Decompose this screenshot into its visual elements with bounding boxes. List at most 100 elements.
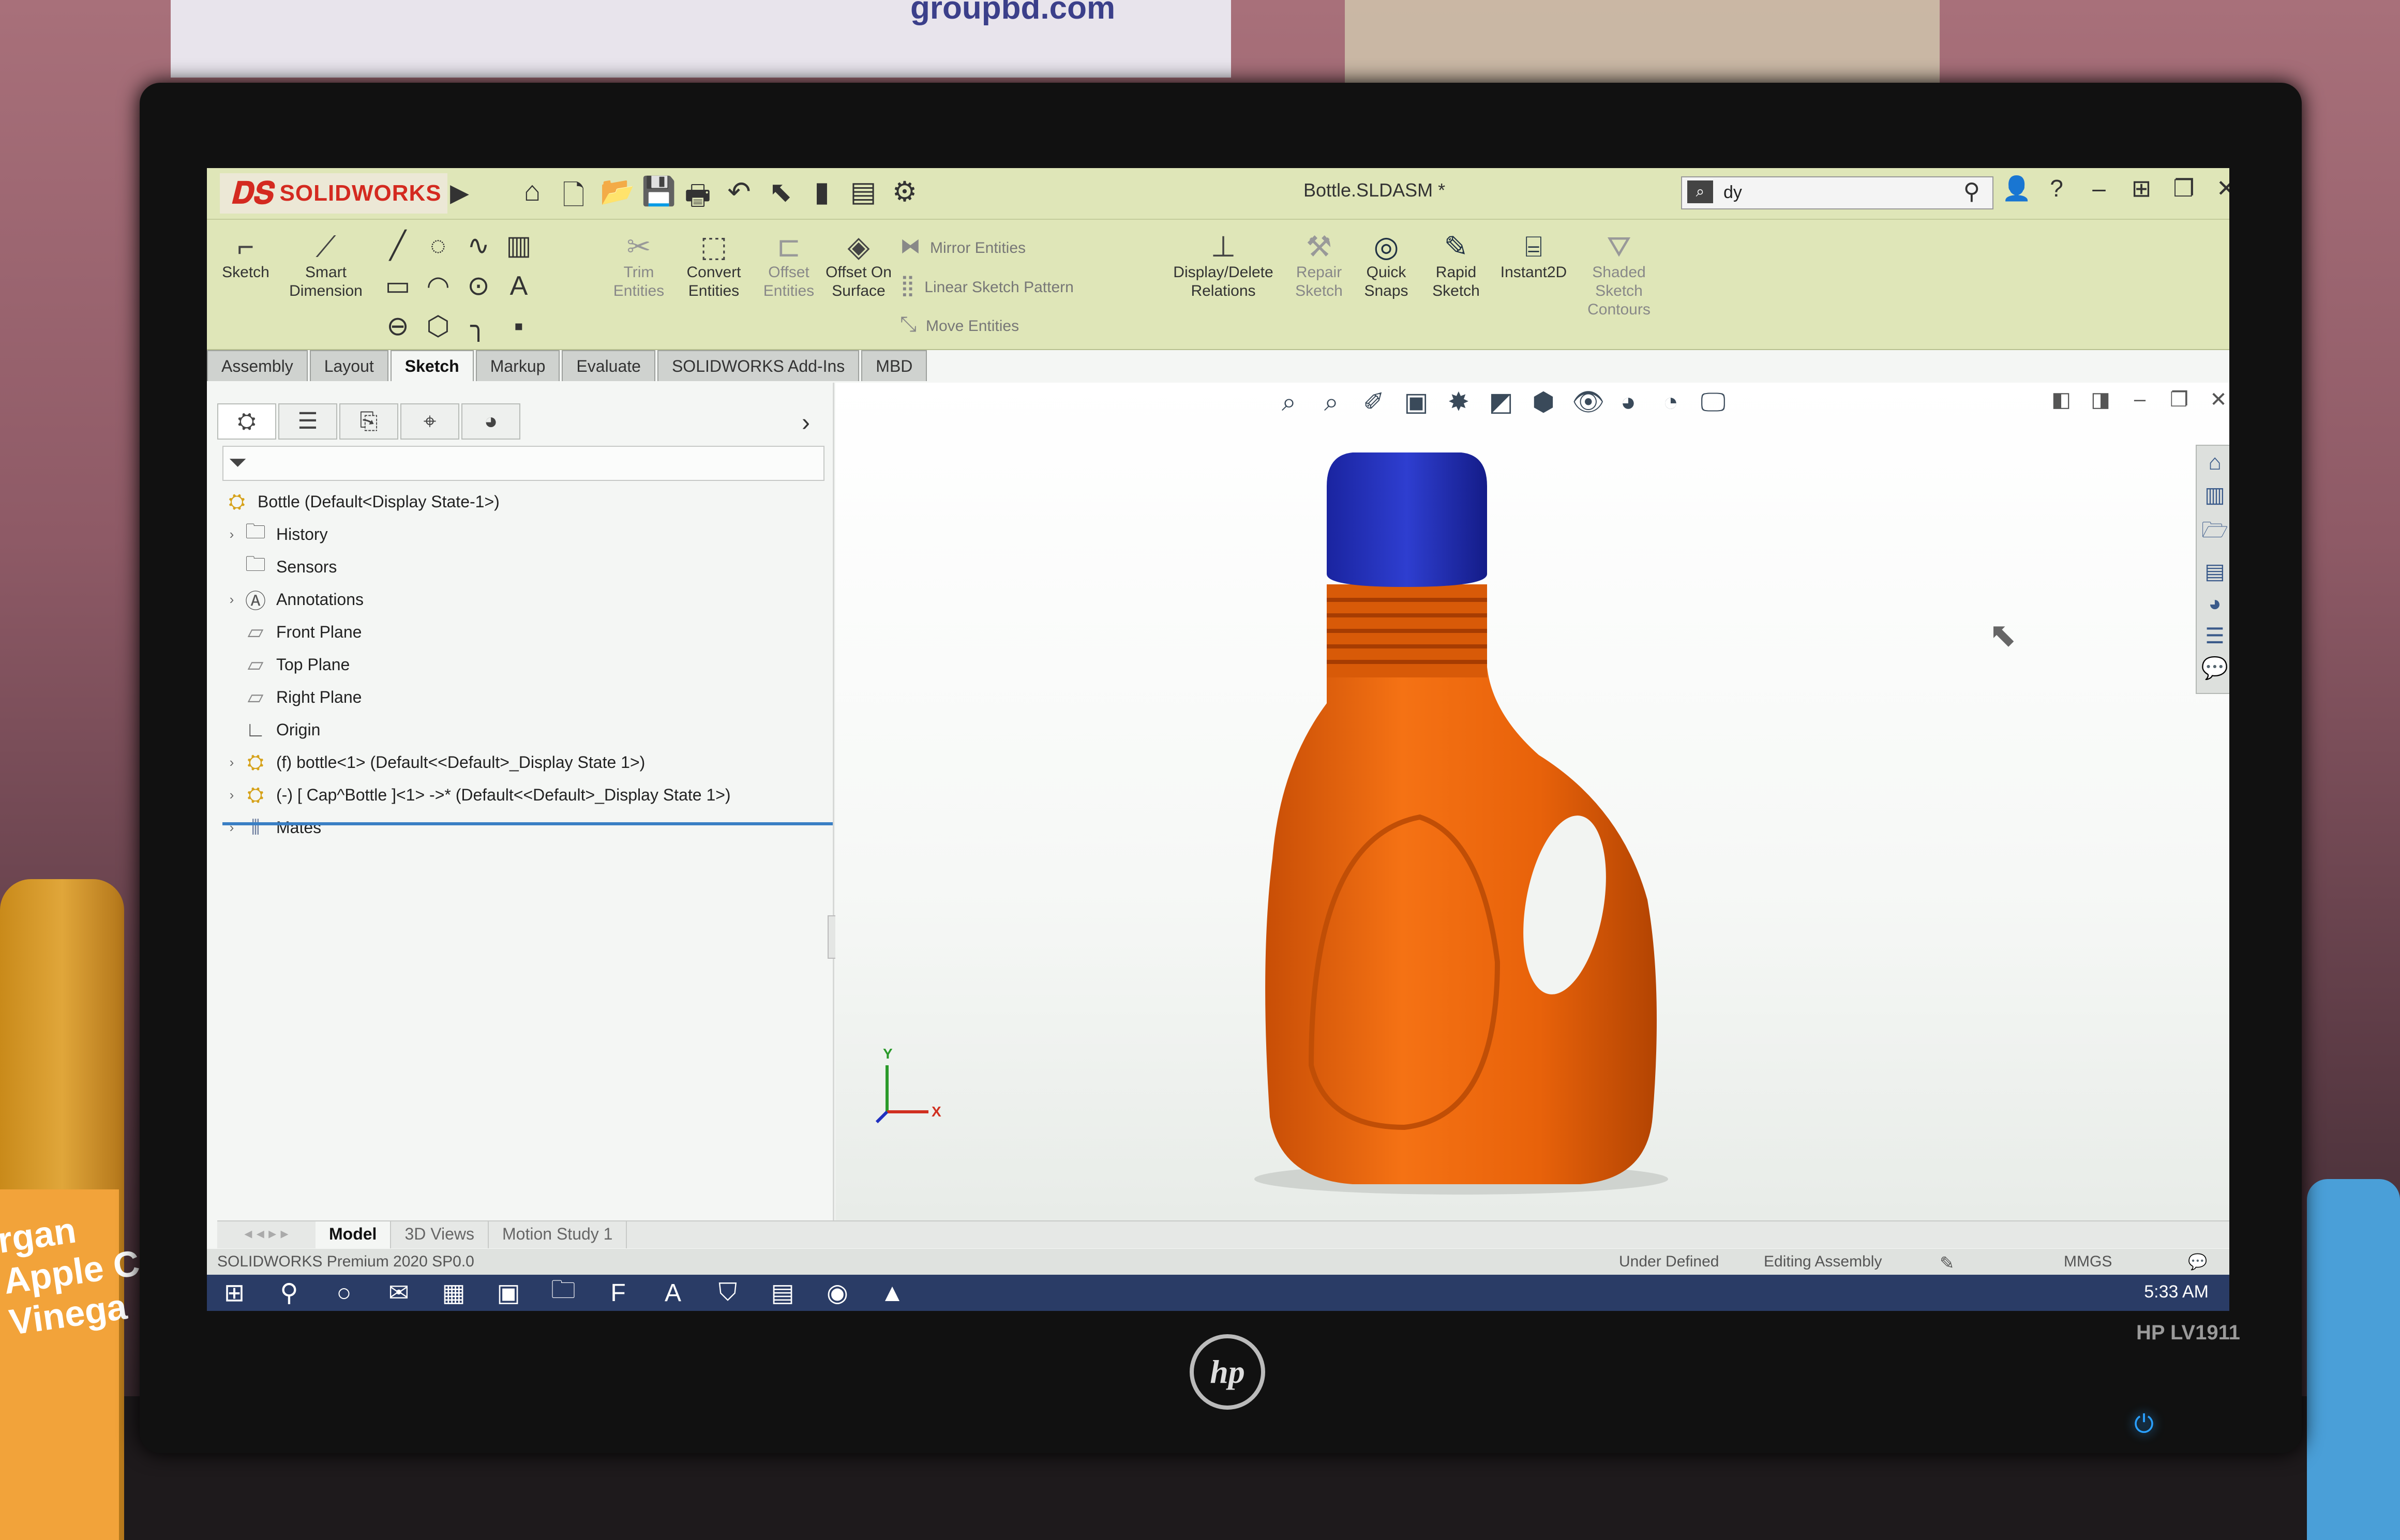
configuration-manager-tab-icon[interactable]: ⎘ [339,403,398,440]
tree-item-top-plane[interactable]: ▱ Top Plane [222,649,350,680]
tree-item-cap-part[interactable]: › ⛭ (-) [ Cap^Bottle ]<1> ->* (Default<<D… [222,779,731,810]
offset-entities-button[interactable]: ⊏ Offset Entities [755,230,822,300]
tree-item-sensors[interactable]: 🗀 Sensors [222,551,337,582]
spline-icon[interactable]: ∿ [458,230,499,261]
search-input[interactable]: ⌕ dy ⚲ [1681,176,1993,209]
convert-entities-button[interactable]: ⬚ Convert Entities [678,230,750,300]
select-cursor-icon[interactable]: ⬉ [766,175,796,223]
viewport-minimize-icon[interactable]: – [2129,388,2150,412]
expand-icon[interactable]: › [222,754,241,771]
minimize-icon[interactable]: – [2087,174,2111,203]
repair-sketch-button[interactable]: ⚒ Repair Sketch [1288,230,1350,300]
viewport-close-icon[interactable]: ✕ [2208,388,2229,412]
undo-icon[interactable]: ↶ [724,175,754,223]
tree-item-origin[interactable]: ∟ Origin [222,714,320,745]
mirror-entities-button[interactable]: ⧓ Mirror Entities [900,234,1026,258]
bottle-model[interactable] [1249,445,1715,1205]
feature-manager-tab-icon[interactable]: ⛭ [217,403,276,440]
line-icon[interactable]: ╱ [378,230,418,261]
view-palette-icon[interactable]: ▤ [2204,558,2225,584]
edit-appearance-icon[interactable]: ◕ [1614,387,1642,417]
file-properties-icon[interactable]: ▤ [848,175,878,223]
tree-filter-input[interactable]: ⏷ [222,446,824,481]
tile-icon[interactable]: ⊞ [2129,174,2154,203]
tree-item-mates[interactable]: › ⫴ Mates [222,812,321,843]
mail-icon[interactable]: ✉ [371,1278,426,1307]
acrobat-icon[interactable]: A [646,1279,700,1307]
expand-icon[interactable]: › [222,787,241,803]
rebuild-icon[interactable]: ✎ [1940,1253,1955,1274]
point-icon[interactable]: ▪ [499,311,539,342]
tree-root[interactable]: ⛭ Bottle (Default<Display State-1>) [222,486,500,517]
arc-icon[interactable]: ◠ [418,270,458,301]
offset-on-surface-button[interactable]: ◈ Offset On Surface [825,230,892,300]
vlc-icon[interactable]: ▲ [865,1279,920,1307]
tree-item-history[interactable]: › 🗀 History [222,519,328,550]
design-library-icon[interactable]: ▥ [2204,482,2225,507]
slot-icon[interactable]: ▥ [499,230,539,261]
home-icon[interactable]: ⌂ [517,175,547,223]
tab-assembly[interactable]: Assembly [207,350,308,381]
forum-icon[interactable]: 💬 [2201,656,2228,681]
tab-model[interactable]: Model [316,1221,392,1248]
display-manager-tab-icon[interactable]: ◕ [461,403,520,440]
dynamic-annotation-icon[interactable]: ✸ [1445,387,1473,417]
cortana-icon[interactable]: ○ [317,1279,371,1307]
sketch-button[interactable]: ⌐ Sketch [217,230,274,282]
custom-properties-icon[interactable]: ☰ [2205,623,2225,648]
restore-icon[interactable]: ❐ [2171,174,2196,203]
chevron-right-icon[interactable]: › [802,409,810,437]
tree-item-bottle-part[interactable]: › ⛭ (f) bottle<1> (Default<<Default>_Disp… [222,747,646,778]
expand-icon[interactable]: › [222,526,241,542]
view-settings-icon[interactable]: 🖵 [1699,387,1727,417]
print-icon[interactable]: 🖶 [683,175,713,223]
tab-scroll-arrows[interactable]: ◂ ◂ ▸ ▸ [217,1221,316,1248]
quick-snaps-button[interactable]: ◎ Quick Snaps [1355,230,1417,300]
file-explorer-icon[interactable]: 🗀 [536,1272,591,1311]
save-icon[interactable]: 💾 [641,175,676,223]
property-manager-tab-icon[interactable]: ☰ [278,403,337,440]
user-icon[interactable]: 👤 [2002,174,2031,203]
rollback-bar[interactable] [222,822,833,825]
units-selector[interactable]: MMGS [2064,1253,2112,1271]
viewport-restore-icon[interactable]: ❐ [2169,388,2189,412]
circle-icon[interactable]: ◌ [418,230,458,261]
rapid-sketch-button[interactable]: ✎ Rapid Sketch [1422,230,1490,300]
expand-icon[interactable]: › [222,592,241,608]
tab-motion-study[interactable]: Motion Study 1 [489,1221,627,1248]
tree-item-right-plane[interactable]: ▱ Right Plane [222,682,362,713]
file-explorer-icon[interactable]: 🗁 [2201,515,2228,551]
graphics-area[interactable]: ⌕ ⌕ ✐ ▣ ✸ ◩ ⬢ 👁 ◕ ◔ 🖵 ◧ ◨ – ❐ ✕ ⌂ ▥ 🗁 ▤ … [835,383,2229,1220]
chrome-icon[interactable]: ◉ [810,1278,865,1307]
tab-evaluate[interactable]: Evaluate [562,350,655,381]
text-icon[interactable]: A [499,270,539,301]
open-folder-icon[interactable]: 📂 [600,175,635,223]
brave-browser-icon[interactable]: ⛉ [700,1278,755,1307]
tab-3d-views[interactable]: 3D Views [391,1221,489,1248]
store-icon[interactable]: ▣ [481,1278,536,1307]
foxit-icon[interactable]: F [591,1279,646,1307]
tab-solidworks-add-ins[interactable]: SOLIDWORKS Add-Ins [657,350,860,381]
tooltip-icon[interactable]: 💬 [2188,1253,2207,1271]
polygon-icon[interactable]: ⬡ [418,311,458,342]
rectangle-icon[interactable]: ▭ [378,270,418,301]
section-view-icon[interactable]: ▣ [1402,387,1430,417]
dimxpert-tab-icon[interactable]: ⌖ [400,403,459,440]
tile-right-icon[interactable]: ◨ [2090,388,2111,412]
previous-view-icon[interactable]: ✐ [1360,387,1388,417]
trim-entities-button[interactable]: ✂ Trim Entities [605,230,672,300]
smart-dimension-button[interactable]: ⟋ Smart Dimension [279,230,372,300]
tab-layout[interactable]: Layout [309,350,388,381]
menu-expand-icon[interactable]: ▶ [450,178,469,207]
zoom-to-fit-icon[interactable]: ⌕ [1275,387,1303,417]
move-entities-button[interactable]: ⤡ Move Entities [900,313,1019,336]
solidworks-resources-icon[interactable]: ⌂ [2208,450,2221,475]
instant2d-button[interactable]: ⌸ Instant2D [1495,230,1572,282]
close-icon[interactable]: ✕ [2214,174,2229,203]
view-orientation-icon[interactable]: ◩ [1487,387,1515,417]
tree-item-front-plane[interactable]: ▱ Front Plane [222,616,362,647]
options-gear-icon[interactable]: ⚙ [890,175,920,223]
new-document-icon[interactable]: 🗋 [559,175,589,223]
tab-markup[interactable]: Markup [475,350,560,381]
apply-scene-icon[interactable]: ◔ [1657,387,1685,417]
